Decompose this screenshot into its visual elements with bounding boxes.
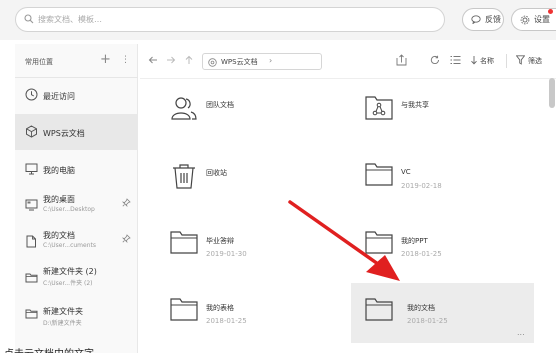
feedback-button[interactable]: 反馈 — [462, 8, 504, 31]
sidebar-item-label: 新建文件夹 — [43, 307, 83, 316]
sidebar-item-my-computer[interactable]: 我的电脑 — [15, 154, 138, 186]
team-icon — [170, 94, 198, 122]
pin-icon[interactable] — [122, 198, 131, 207]
folder-icon — [365, 297, 393, 321]
file-date: 2018-01-25 — [407, 317, 448, 325]
settings-label: 设置 — [534, 15, 550, 24]
sidebar-item-label: 我的文档 — [43, 231, 75, 240]
file-date: 2019-02-18 — [401, 182, 442, 190]
file-item-my-spreadsheets[interactable]: 我的表格 2018-01-25 — [150, 283, 333, 345]
pin-icon[interactable] — [122, 234, 131, 243]
sort-label[interactable]: 名称 — [480, 56, 494, 66]
top-bar: 反馈 设置 — [0, 0, 556, 40]
clock-icon — [25, 88, 38, 101]
sidebar-item-label: 新建文件夹 (2) — [43, 267, 97, 276]
monitor-icon — [25, 163, 38, 175]
file-item-vc[interactable]: VC 2019-02-18 — [345, 148, 528, 210]
sidebar-item-path: D:\新建文件夹 — [43, 320, 82, 327]
sidebar-item-path: C:\User...cuments — [43, 242, 96, 249]
back-arrow-icon[interactable] — [148, 55, 158, 65]
scrollbar-thumb[interactable] — [549, 78, 555, 108]
file-item-graduation-defense[interactable]: 毕业答辩 2019-01-30 — [150, 216, 333, 278]
sidebar: 常用位置 + ⋮ 最近访问 WPS云文档 我的电脑 我的桌面 C:\User..… — [15, 44, 138, 353]
cloud-icon — [208, 58, 217, 67]
chevron-right-icon: › — [269, 56, 273, 65]
sidebar-item-new-folder-2[interactable]: 新建文件夹 (2) C:\User...件夹 (2) — [15, 262, 138, 294]
file-name: 我的PPT — [401, 237, 428, 245]
search-box[interactable] — [15, 7, 445, 32]
sidebar-item-label: 我的桌面 — [43, 195, 75, 204]
cloud-icon — [25, 125, 38, 138]
sidebar-item-recent[interactable]: 最近访问 — [15, 80, 138, 112]
add-location-button[interactable]: + — [100, 52, 111, 67]
filter-label[interactable]: 筛选 — [528, 56, 542, 66]
folder-icon — [25, 272, 38, 283]
file-name: 我的表格 — [206, 304, 234, 312]
more-options-button[interactable]: ⋮ — [121, 55, 130, 65]
file-date: 2018-01-25 — [401, 250, 442, 258]
sidebar-item-path: C:\User...Desktop — [43, 206, 95, 213]
toolbar-divider-line — [140, 78, 556, 79]
content-toolbar: WPS云文档 › 名称 筛选 — [140, 44, 556, 78]
sidebar-item-label: WPS云文档 — [43, 129, 85, 138]
file-name: 我的文档 — [407, 304, 435, 312]
file-item-my-ppt[interactable]: 我的PPT 2018-01-25 — [345, 216, 528, 278]
sidebar-item-my-documents[interactable]: 我的文档 C:\User...cuments — [15, 226, 138, 258]
breadcrumb[interactable]: WPS云文档 › — [202, 53, 322, 70]
upload-icon[interactable] — [396, 54, 407, 66]
forward-arrow-icon[interactable] — [166, 55, 176, 65]
search-input[interactable] — [38, 11, 438, 28]
file-name: 与我共享 — [401, 101, 429, 109]
gear-icon — [520, 15, 530, 25]
trash-icon — [170, 162, 198, 190]
sidebar-item-wps-cloud[interactable]: WPS云文档 — [15, 114, 138, 150]
file-item-my-documents[interactable]: 我的文档 2018-01-25 ... — [351, 283, 534, 343]
file-item-team-docs[interactable]: 团队文档 — [150, 80, 333, 142]
search-icon — [24, 14, 34, 24]
file-name: 毕业答辩 — [206, 237, 234, 245]
list-view-icon[interactable] — [450, 55, 461, 65]
file-date: 2019-01-30 — [206, 250, 247, 258]
caption-text: 点击云文档中的文字 — [0, 343, 230, 353]
document-icon — [25, 235, 37, 248]
sidebar-item-my-desktop[interactable]: 我的桌面 C:\User...Desktop — [15, 190, 138, 222]
notification-dot — [548, 9, 553, 14]
share-folder-icon — [365, 94, 393, 120]
chat-bubble-icon — [471, 15, 481, 24]
sidebar-header: 常用位置 + ⋮ — [15, 44, 138, 78]
caption-label: 点击云文档中的文字 — [4, 345, 94, 353]
folder-icon — [170, 230, 198, 254]
breadcrumb-label: WPS云文档 — [221, 58, 258, 66]
sidebar-section-title: 常用位置 — [25, 58, 53, 66]
refresh-icon[interactable] — [430, 55, 440, 65]
feedback-label: 反馈 — [485, 15, 501, 24]
sidebar-item-label: 最近访问 — [43, 92, 75, 101]
file-name: 回收站 — [206, 169, 227, 177]
toolbar-divider — [506, 54, 507, 68]
filter-icon[interactable] — [516, 55, 525, 65]
file-item-recycle-bin[interactable]: 回收站 — [150, 148, 333, 210]
file-item-shared-with-me[interactable]: 与我共享 — [345, 80, 528, 142]
sidebar-item-new-folder[interactable]: 新建文件夹 D:\新建文件夹 — [15, 298, 138, 330]
sidebar-item-label: 我的电脑 — [43, 166, 75, 175]
sort-icon[interactable] — [470, 55, 478, 65]
file-name: VC — [401, 168, 411, 176]
folder-icon — [170, 297, 198, 321]
file-name: 团队文档 — [206, 101, 234, 109]
desktop-icon — [25, 199, 38, 211]
up-arrow-icon[interactable] — [184, 55, 194, 65]
sidebar-item-path: C:\User...件夹 (2) — [43, 280, 93, 287]
file-date: 2018-01-25 — [206, 317, 247, 325]
folder-icon — [365, 162, 393, 186]
folder-icon — [25, 308, 38, 319]
folder-icon — [365, 230, 393, 254]
more-options-button[interactable]: ... — [517, 328, 525, 337]
